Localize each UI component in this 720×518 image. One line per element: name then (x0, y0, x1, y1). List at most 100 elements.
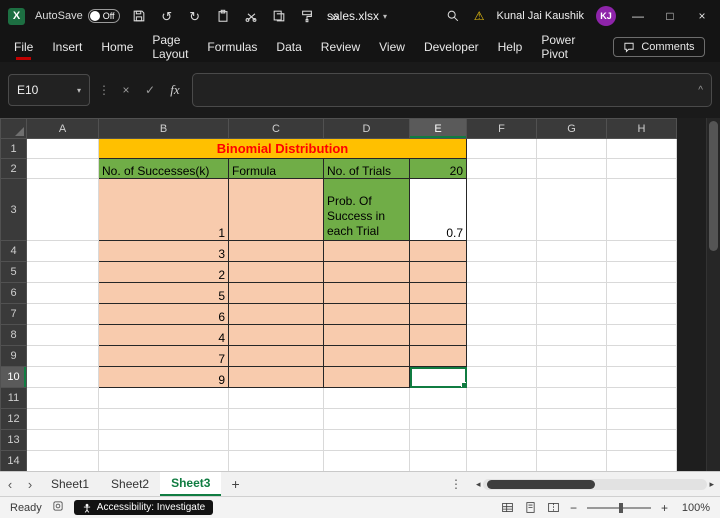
cell-D5[interactable] (324, 262, 410, 283)
horizontal-scrollbar[interactable]: ◂ ▸ (470, 472, 720, 496)
cell-D10[interactable] (324, 367, 410, 388)
row-header-5[interactable]: 5 (1, 262, 27, 283)
cell[interactable] (467, 451, 537, 472)
cell[interactable] (27, 304, 99, 325)
cell[interactable] (27, 451, 99, 472)
page-break-view-button[interactable] (547, 501, 560, 514)
comments-button[interactable]: Comments (613, 37, 704, 57)
cell-C6[interactable] (229, 283, 324, 304)
cell-C3[interactable] (229, 179, 324, 241)
sheet-options-icon[interactable]: ⋮ (442, 472, 470, 496)
cell[interactable] (607, 159, 677, 179)
cell-C9[interactable] (229, 346, 324, 367)
tab-review[interactable]: Review (321, 40, 360, 54)
cell[interactable] (537, 159, 607, 179)
cell[interactable] (410, 451, 467, 472)
cell[interactable] (27, 325, 99, 346)
column-header-F[interactable]: F (467, 119, 537, 139)
row-header-11[interactable]: 11 (1, 388, 27, 409)
cell[interactable] (324, 451, 410, 472)
format-painter-button[interactable] (298, 7, 316, 25)
cell[interactable] (410, 409, 467, 430)
cell[interactable] (607, 367, 677, 388)
column-header-D[interactable]: D (324, 119, 410, 139)
cell[interactable] (410, 388, 467, 409)
cell[interactable] (537, 430, 607, 451)
cell[interactable] (467, 179, 537, 241)
cell-E5[interactable] (410, 262, 467, 283)
cell[interactable] (607, 409, 677, 430)
cell[interactable] (467, 262, 537, 283)
page-layout-view-button[interactable] (524, 501, 537, 514)
minimize-button[interactable]: — (628, 9, 648, 23)
scroll-left-icon[interactable]: ◂ (476, 479, 481, 490)
column-header-A[interactable]: A (27, 119, 99, 139)
cell[interactable] (27, 179, 99, 241)
paste-button[interactable] (214, 7, 232, 25)
zoom-slider[interactable] (587, 507, 651, 509)
redo-button[interactable]: ↻ (186, 7, 204, 25)
maximize-button[interactable]: □ (660, 9, 680, 23)
enter-button[interactable]: ✓ (142, 83, 158, 97)
row-header-14[interactable]: 14 (1, 451, 27, 472)
cell[interactable] (607, 325, 677, 346)
cell[interactable] (324, 430, 410, 451)
insert-function-button[interactable]: fx (166, 82, 184, 98)
row-header-7[interactable]: 7 (1, 304, 27, 325)
row-header-4[interactable]: 4 (1, 241, 27, 262)
cell-B1-merged-title[interactable]: Binomial Distribution (99, 139, 467, 159)
cell[interactable] (607, 283, 677, 304)
cell[interactable] (27, 409, 99, 430)
tab-sheet3[interactable]: Sheet3 (160, 472, 221, 496)
macro-record-button[interactable] (52, 500, 64, 515)
cell[interactable] (607, 262, 677, 283)
account-warning-icon[interactable]: ⚠ (474, 9, 485, 23)
copy-button[interactable] (270, 7, 288, 25)
search-button[interactable] (444, 7, 462, 25)
cell[interactable] (607, 388, 677, 409)
cell-C8[interactable] (229, 325, 324, 346)
tab-sheet1[interactable]: Sheet1 (40, 472, 100, 496)
cell[interactable] (410, 430, 467, 451)
file-name-menu[interactable]: sales.xlsx ▾ (327, 9, 387, 23)
row-header-3[interactable]: 3 (1, 179, 27, 241)
autosave-control[interactable]: AutoSave Off (35, 9, 120, 23)
account-name[interactable]: Kunal Jai Kaushik (497, 10, 584, 22)
row-header-10[interactable]: 10 (1, 367, 27, 388)
row-header-9[interactable]: 9 (1, 346, 27, 367)
collapse-formula-bar-button[interactable]: ^ (698, 85, 703, 96)
cell-D4[interactable] (324, 241, 410, 262)
cell-D3[interactable]: Prob. Of Success in each Trial (324, 179, 410, 241)
column-header-B[interactable]: B (99, 119, 229, 139)
cell-E2[interactable]: 20 (410, 159, 467, 179)
cell-E7[interactable] (410, 304, 467, 325)
cell[interactable] (537, 241, 607, 262)
cell[interactable] (27, 367, 99, 388)
row-header-2[interactable]: 2 (1, 159, 27, 179)
cell-E8[interactable] (410, 325, 467, 346)
cell-E3[interactable]: 0.7 (410, 179, 467, 241)
cell-B4[interactable]: 3 (99, 241, 229, 262)
cell-C7[interactable] (229, 304, 324, 325)
cell[interactable] (607, 346, 677, 367)
cell[interactable] (537, 409, 607, 430)
cell[interactable] (27, 346, 99, 367)
row-header-8[interactable]: 8 (1, 325, 27, 346)
undo-button[interactable]: ↺ (158, 7, 176, 25)
cell-D2[interactable]: No. of Trials (324, 159, 410, 179)
cell[interactable] (607, 241, 677, 262)
cell[interactable] (467, 409, 537, 430)
tab-developer[interactable]: Developer (424, 40, 479, 54)
cell-B7[interactable]: 6 (99, 304, 229, 325)
cell[interactable] (467, 430, 537, 451)
zoom-out-button[interactable]: − (570, 501, 577, 515)
row-header-12[interactable]: 12 (1, 409, 27, 430)
cell[interactable] (99, 451, 229, 472)
tab-insert[interactable]: Insert (52, 40, 82, 54)
cell[interactable] (27, 159, 99, 179)
cell[interactable] (99, 430, 229, 451)
cell[interactable] (467, 304, 537, 325)
cell[interactable] (467, 139, 537, 159)
avatar[interactable]: KJ (596, 6, 616, 26)
drag-handle-icon[interactable]: ⋮ (98, 83, 110, 97)
